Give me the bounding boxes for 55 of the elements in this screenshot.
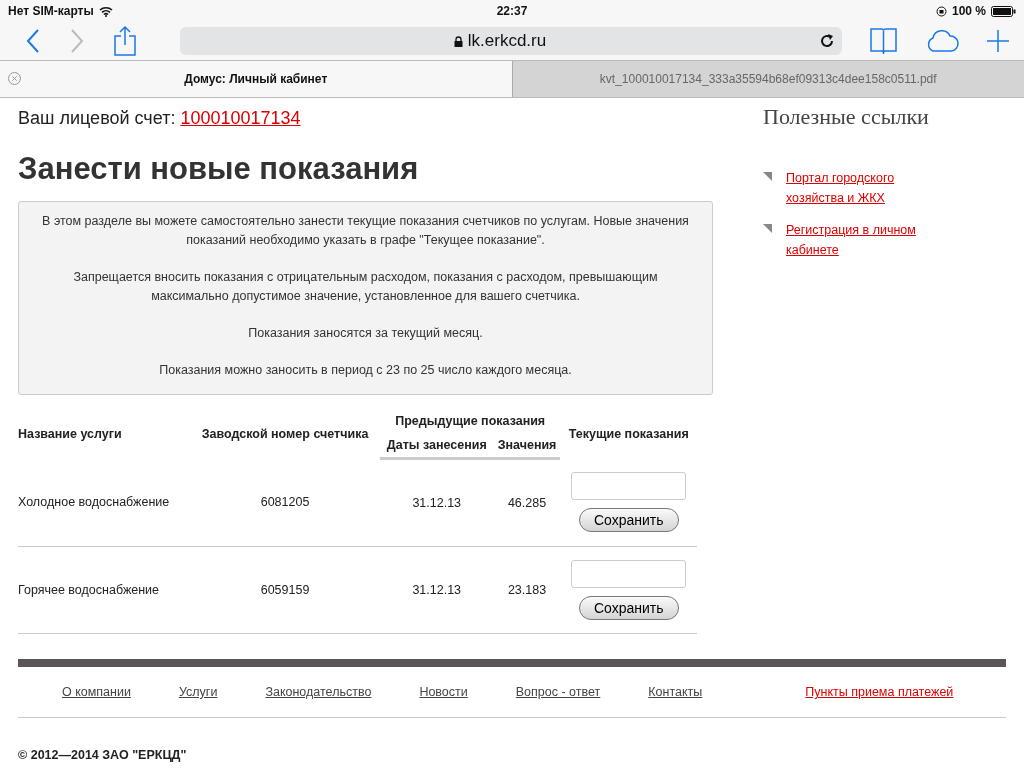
reload-icon[interactable] [820, 34, 834, 48]
table-cell: 46.285 [493, 458, 561, 547]
book-icon[interactable] [870, 28, 897, 54]
battery-percent: 100 % [951, 4, 986, 18]
share-icon[interactable] [114, 26, 136, 56]
reading-input-field[interactable] [571, 560, 687, 588]
save-button[interactable]: Сохранить [578, 508, 679, 533]
account-label: Ваш лицевой счет: [18, 108, 176, 128]
column-header: Заводской номер счетчика [190, 409, 380, 459]
address-bar[interactable]: lk.erkcd.ru [180, 27, 842, 55]
footer-link[interactable]: Пункты приема платежей [805, 685, 954, 699]
url-text: lk.erkcd.ru [467, 31, 547, 51]
save-button[interactable]: Сохранить [578, 596, 679, 620]
table-cell: 6059159 [190, 546, 380, 634]
sidebar-link[interactable]: Портал городского хозяйства и ЖКХ [786, 168, 926, 208]
info-text: В этом разделе вы можете самостоятельно занести текущие показания счетчиков по услугам. Новые значения показаний необходимо указать в графе "Текущее показание". [41, 213, 690, 249]
table-cell: 6081205 [190, 458, 380, 547]
footer-link[interactable]: О компании [62, 685, 131, 699]
table-cell: Горячее водоснабжение [18, 546, 191, 634]
clock-time: 22:37 [496, 4, 528, 18]
info-text: Запрещается вносить показания с отрицательным расходом, показания с расходом, превышающим максимально допустимое значение, установленное для вашего счетчика. [72, 269, 659, 305]
footer-link[interactable]: Законодательство [265, 685, 372, 699]
table-cell: 23.183 [493, 546, 561, 634]
table-cell: 31.12.13 [379, 546, 494, 634]
close-icon[interactable] [8, 72, 21, 85]
cloud-icon[interactable] [925, 30, 959, 52]
battery-icon [991, 5, 1016, 17]
new-tab-icon[interactable] [987, 30, 1009, 52]
sidebar-title: Полезные ссылки [763, 104, 930, 130]
sidebar-link[interactable]: Регистрация в личном кабинете [786, 220, 926, 260]
column-header: Значения [493, 433, 561, 459]
table-cell: Холодное водоснабжение [18, 458, 191, 547]
footer-link[interactable]: Услуги [178, 685, 218, 699]
account-number-link[interactable]: 100010017134 [180, 108, 301, 128]
back-icon[interactable] [26, 29, 40, 53]
footer-link[interactable]: Новости [419, 685, 468, 699]
column-group-header: Предыдущие показания [394, 413, 547, 430]
footer-link[interactable]: Вопрос - ответ [515, 685, 601, 699]
rotation-lock-icon [935, 5, 947, 17]
bullet-icon [763, 224, 772, 233]
info-text: Показания можно заносить в период с 23 по 25 число каждого месяца. [158, 362, 573, 379]
page-heading: Занести новые показания [18, 151, 420, 187]
column-header: Даты занесения [379, 433, 494, 459]
carrier-label: Нет SIM-карты [8, 4, 94, 18]
wifi-icon [98, 5, 113, 17]
reading-input-field[interactable] [571, 472, 687, 501]
table-cell: 31.12.13 [379, 458, 494, 547]
footer-link[interactable]: Контакты [648, 685, 703, 699]
column-header: Текущие показания [560, 409, 697, 459]
copyright-text: © 2012—2014 ЗАО "ЕРКЦД" [18, 748, 188, 762]
browser-tab[interactable]: kvt_100010017134_333a35594b68ef09313c4dee158c0511.pdf [511, 61, 1024, 97]
info-text: Показания заносятся за текущий месяц. [247, 325, 484, 342]
bullet-icon [763, 172, 772, 181]
column-header: Название услуги [18, 425, 123, 443]
lock-icon [453, 35, 463, 47]
